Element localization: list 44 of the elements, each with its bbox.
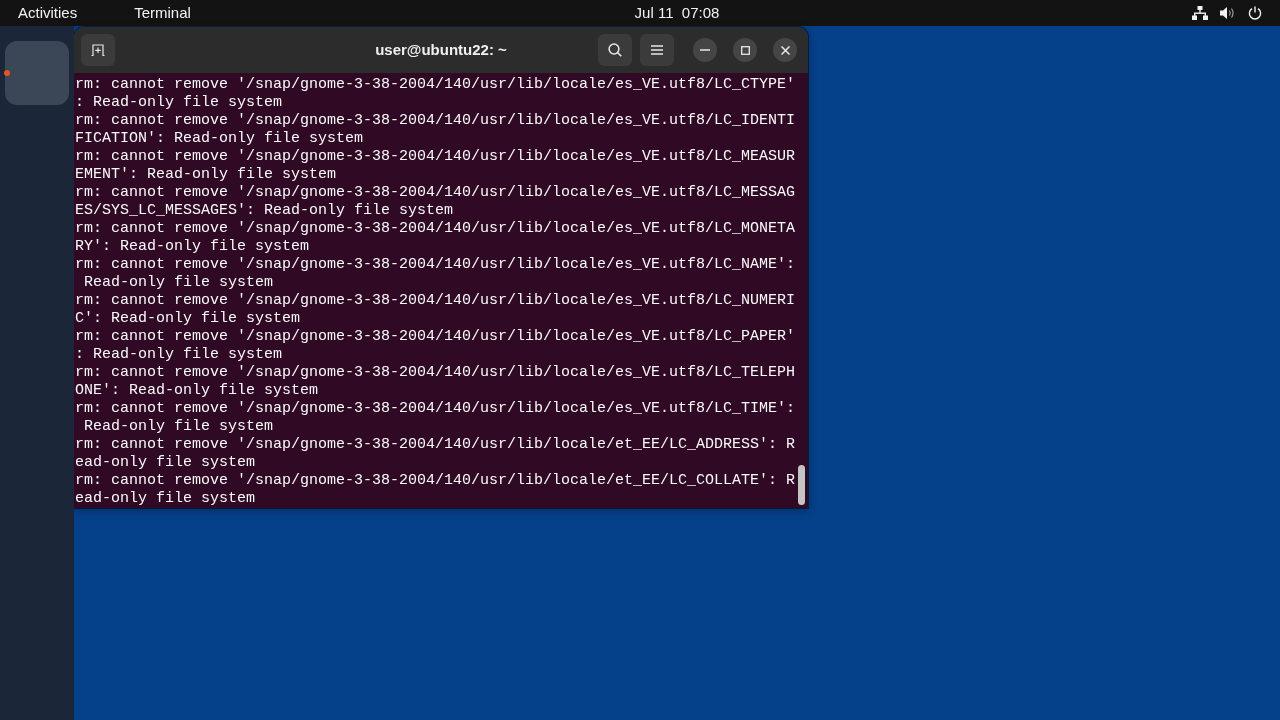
terminal-output-line: EMENT': Read-only file system xyxy=(75,166,337,184)
scrollbar-thumb[interactable] xyxy=(798,465,805,505)
maximize-icon xyxy=(740,45,750,55)
app-menu[interactable]: Terminal xyxy=(134,4,191,22)
terminal-output-line: rm: cannot remove '/snap/gnome-3-38-2004/140/usr/lib/locale/es_VE.utf8/LC_MONETA xyxy=(75,220,796,238)
close-icon xyxy=(780,45,790,55)
terminal-output-line: FICATION': Read-only file system xyxy=(75,130,364,148)
terminal-output-line: rm: cannot remove '/snap/gnome-3-38-2004/140/usr/lib/locale/es_VE.utf8/LC_TELEPH xyxy=(75,364,796,382)
terminal-output-line: rm: cannot remove '/snap/gnome-3-38-2004/140/usr/lib/locale/et_EE/LC_COLLATE': R xyxy=(75,472,796,490)
terminal-output-line: rm: cannot remove '/snap/gnome-3-38-2004/140/usr/lib/locale/es_VE.utf8/LC_TIME': xyxy=(75,400,796,418)
terminal-output-line: Read-only file system xyxy=(83,274,274,292)
power-icon[interactable] xyxy=(1248,6,1262,20)
terminal-output-line: ES/SYS_LC_MESSAGES': Read-only file system xyxy=(75,202,454,220)
terminal-output-line: rm: cannot remove '/snap/gnome-3-38-2004/140/usr/lib/locale/es_VE.utf8/LC_MEASUR xyxy=(75,148,796,166)
minimize-icon xyxy=(700,49,710,51)
terminal-output-line: rm: cannot remove '/snap/gnome-3-38-2004/140/usr/lib/locale/es_VE.utf8/LC_NAME': xyxy=(75,256,796,274)
terminal-output-line: rm: cannot remove '/snap/gnome-3-38-2004/140/usr/lib/locale/es_VE.utf8/LC_NUMERI xyxy=(75,292,796,310)
window-title: user@ubuntu22: ~ xyxy=(375,41,507,59)
terminal-output-line: : Read-only file system xyxy=(75,346,283,364)
terminal-output-line: RY': Read-only file system xyxy=(75,238,310,256)
minimize-button[interactable] xyxy=(693,38,717,62)
menu-icon xyxy=(651,45,663,55)
maximize-button[interactable] xyxy=(733,38,757,62)
search-button[interactable] xyxy=(598,34,632,66)
menu-button[interactable] xyxy=(640,34,674,66)
terminal-output-line: : Read-only file system xyxy=(75,94,283,112)
terminal-output-line: rm: cannot remove '/snap/gnome-3-38-2004/140/usr/lib/locale/es_VE.utf8/LC_PAPER' xyxy=(75,328,796,346)
network-icon[interactable] xyxy=(1192,6,1208,20)
terminal-output-line: Read-only file system xyxy=(83,418,274,436)
search-icon xyxy=(608,43,622,57)
close-button[interactable] xyxy=(773,38,797,62)
terminal-output-line: ead-only file system xyxy=(75,490,256,508)
clock[interactable]: Jul 11 07:08 xyxy=(634,4,720,22)
new-tab-button[interactable] xyxy=(81,34,115,66)
terminal-output-line: rm: cannot remove '/snap/gnome-3-38-2004/140/usr/lib/locale/es_VE.utf8/LC_CTYPE' xyxy=(75,76,796,94)
terminal-output-line: rm: cannot remove '/snap/gnome-3-38-2004/140/usr/lib/locale/es_VE.utf8/LC_MESSAG xyxy=(75,184,796,202)
terminal-output-line: C': Read-only file system xyxy=(75,310,301,328)
volume-icon[interactable] xyxy=(1220,6,1236,20)
terminal-output-line: ONE': Read-only file system xyxy=(75,382,319,400)
terminal-output-line: rm: cannot remove '/snap/gnome-3-38-2004/140/usr/lib/locale/et_EE/LC_ADDRESS': R xyxy=(75,436,796,454)
terminal-output-line: rm: cannot remove '/snap/gnome-3-38-2004/140/usr/lib/locale/es_VE.utf8/LC_IDENTI xyxy=(75,112,796,130)
new-tab-icon xyxy=(91,44,105,56)
terminal-output-line: ead-only file system xyxy=(75,454,256,472)
activities-button[interactable]: Activities xyxy=(18,4,78,22)
